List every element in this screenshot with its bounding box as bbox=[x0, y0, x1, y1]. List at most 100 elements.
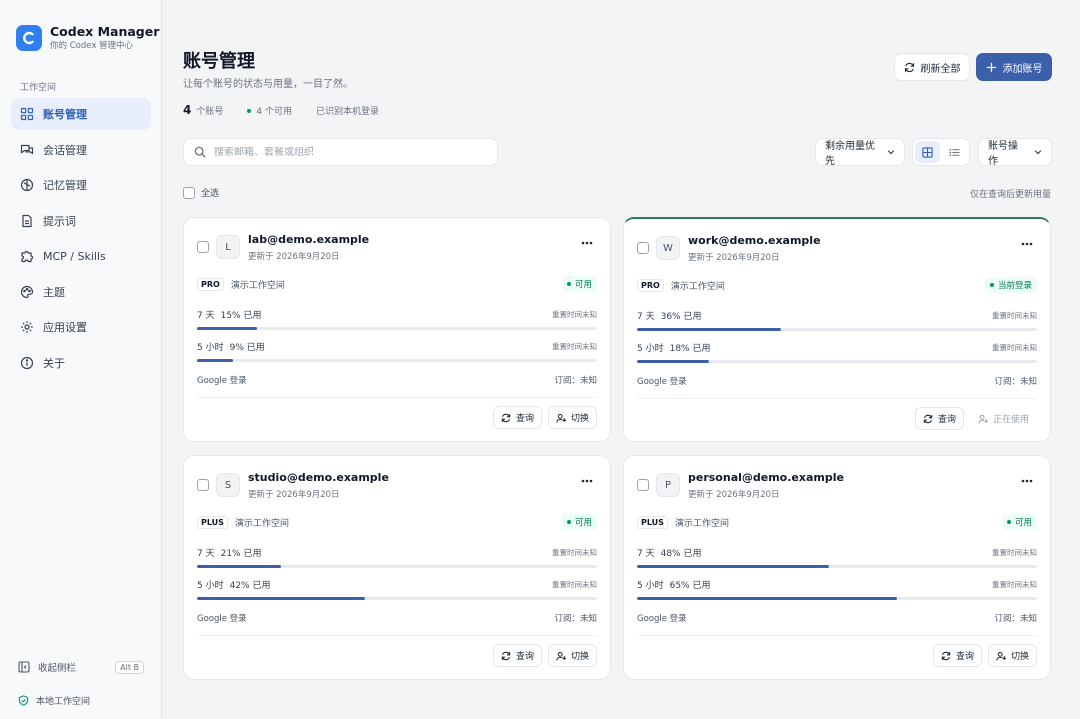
more-horizontal-icon bbox=[581, 479, 593, 483]
query-button[interactable]: 查询 bbox=[492, 406, 542, 429]
workspace-label: 本地工作空间 bbox=[36, 697, 91, 707]
collapse-label: 收起侧栏 bbox=[38, 663, 77, 674]
grid-view-button[interactable] bbox=[915, 141, 940, 163]
query-button[interactable]: 查询 bbox=[914, 407, 964, 430]
chevron-down-icon bbox=[1034, 148, 1042, 156]
sidebar-item-label: 应用设置 bbox=[43, 321, 87, 334]
search-input[interactable] bbox=[214, 146, 484, 158]
account-checkbox[interactable] bbox=[197, 241, 209, 253]
reset-time: 重置时间未知 bbox=[992, 547, 1037, 557]
usage-progress-fill bbox=[637, 565, 829, 568]
sidebar-item-label: 主题 bbox=[43, 285, 65, 299]
user-switch-icon bbox=[556, 651, 566, 661]
sidebar-item-memory[interactable]: 记忆管理 bbox=[11, 169, 151, 201]
sidebar-item-accounts[interactable]: 账号管理 bbox=[11, 98, 151, 130]
more-options-button[interactable] bbox=[1021, 479, 1033, 483]
updated-timestamp: 更新于 2026年9月20日 bbox=[688, 253, 780, 263]
account-actions-menu[interactable]: 账号操作 bbox=[978, 138, 1052, 167]
status-dot-icon bbox=[1006, 520, 1011, 524]
refresh-all-button[interactable]: 刷新全部 bbox=[894, 53, 970, 81]
usage-progress-bar bbox=[637, 360, 1037, 363]
query-label: 查询 bbox=[937, 415, 956, 425]
reset-time: 重置时间未知 bbox=[552, 547, 597, 557]
sidebar-item-theme[interactable]: 主题 bbox=[11, 276, 151, 308]
account-card: L lab@demo.example 更新于 2026年9月20日 PRO 演示… bbox=[183, 217, 611, 442]
more-options-button[interactable] bbox=[581, 479, 593, 483]
query-button[interactable]: 查询 bbox=[932, 644, 982, 667]
plan-badge: PRO bbox=[197, 277, 224, 291]
account-checkbox[interactable] bbox=[637, 479, 649, 491]
usage-percent: 9% 已用 bbox=[229, 342, 265, 353]
account-email: work@demo.example bbox=[688, 234, 821, 247]
status-badge: 可用 bbox=[1001, 514, 1037, 530]
usage-percent: 42% 已用 bbox=[229, 580, 271, 591]
sidebar-item-prompts[interactable]: 提示词 bbox=[11, 205, 151, 237]
usage-percent: 36% 已用 bbox=[660, 311, 702, 322]
gear-icon bbox=[20, 320, 34, 334]
account-stats: 4 个账号 4 个可用 已识别本机登录 bbox=[183, 103, 379, 117]
more-options-button[interactable] bbox=[581, 241, 593, 245]
weekly-usage: 7 天 36% 已用 重置时间未知 bbox=[637, 309, 1037, 331]
sidebar-collapse-icon bbox=[18, 661, 30, 673]
refresh-icon bbox=[904, 62, 915, 73]
switch-label: 切换 bbox=[570, 414, 589, 424]
sidebar-nav: 账号管理 会话管理 记忆管理 提示词 MCP / Skills 主题 应用设置 … bbox=[11, 98, 151, 382]
workspace-name: 演示工作空间 bbox=[670, 281, 725, 292]
sidebar-item-settings[interactable]: 应用设置 bbox=[11, 311, 151, 343]
account-checkbox[interactable] bbox=[637, 242, 649, 254]
status-dot-icon bbox=[566, 520, 571, 524]
subscription-status: 订阅：未知 bbox=[554, 376, 597, 386]
usage-progress-bar bbox=[637, 597, 1037, 600]
list-view-icon bbox=[949, 147, 960, 158]
user-switch-icon bbox=[996, 651, 1006, 661]
account-card: P personal@demo.example 更新于 2026年9月20日 P… bbox=[623, 455, 1051, 680]
account-email: personal@demo.example bbox=[688, 471, 844, 484]
divider bbox=[637, 398, 1037, 399]
login-method: Google 登录 bbox=[197, 614, 247, 624]
refresh-icon bbox=[501, 651, 511, 661]
account-card: S studio@demo.example 更新于 2026年9月20日 PLU… bbox=[183, 455, 611, 680]
select-all-checkbox[interactable] bbox=[183, 186, 195, 199]
collapse-sidebar-button[interactable]: 收起侧栏 Alt B bbox=[18, 660, 144, 674]
avatar: W bbox=[656, 236, 680, 260]
usage-progress-bar bbox=[637, 328, 1037, 331]
usage-progress-bar bbox=[197, 359, 597, 362]
updated-timestamp: 更新于 2026年9月20日 bbox=[688, 490, 780, 500]
sidebar-item-about[interactable]: 关于 bbox=[11, 347, 151, 379]
status-dot-icon bbox=[989, 283, 994, 287]
list-view-button[interactable] bbox=[942, 141, 967, 163]
sidebar: Codex Manager 你的 Codex 管理中心 工作空间 账号管理 会话… bbox=[0, 0, 162, 719]
subscription-status: 订阅：未知 bbox=[994, 614, 1037, 624]
five-hour-usage: 5 小时 42% 已用 重置时间未知 bbox=[197, 578, 597, 600]
sort-select-value: 剩余用量优先 bbox=[825, 141, 875, 167]
sidebar-item-mcp-skills[interactable]: MCP / Skills bbox=[11, 240, 151, 272]
divider bbox=[637, 635, 1037, 636]
account-email: studio@demo.example bbox=[248, 471, 389, 484]
sidebar-item-sessions[interactable]: 会话管理 bbox=[11, 134, 151, 166]
status-label: 当前登录 bbox=[997, 281, 1032, 291]
codex-logo-icon bbox=[16, 25, 42, 51]
account-checkbox[interactable] bbox=[197, 479, 209, 491]
switch-account-button[interactable]: 切换 bbox=[547, 644, 597, 667]
app-name: Codex Manager bbox=[50, 24, 160, 39]
login-method: Google 登录 bbox=[197, 376, 247, 386]
avatar: L bbox=[216, 235, 240, 259]
switch-account-button[interactable]: 切换 bbox=[987, 644, 1037, 667]
add-account-button[interactable]: 添加账号 bbox=[976, 53, 1052, 81]
plan-badge: PLUS bbox=[197, 515, 228, 529]
login-method: Google 登录 bbox=[637, 377, 687, 387]
status-dot-icon bbox=[566, 282, 571, 286]
updated-timestamp: 更新于 2026年9月20日 bbox=[248, 490, 340, 500]
usage-progress-fill bbox=[197, 565, 281, 568]
sidebar-item-label: 记忆管理 bbox=[43, 179, 87, 192]
more-options-button[interactable] bbox=[1021, 242, 1033, 246]
user-switch-icon bbox=[978, 414, 988, 424]
workspace-name: 演示工作空间 bbox=[674, 518, 729, 529]
query-button[interactable]: 查询 bbox=[492, 644, 542, 667]
usage-period-label: 5 小时 bbox=[197, 342, 224, 353]
account-count: 4 bbox=[183, 103, 192, 117]
sort-select[interactable]: 剩余用量优先 bbox=[815, 138, 905, 167]
five-hour-usage: 5 小时 65% 已用 重置时间未知 bbox=[637, 578, 1037, 600]
usage-progress-fill bbox=[637, 597, 897, 600]
switch-account-button[interactable]: 切换 bbox=[547, 406, 597, 429]
